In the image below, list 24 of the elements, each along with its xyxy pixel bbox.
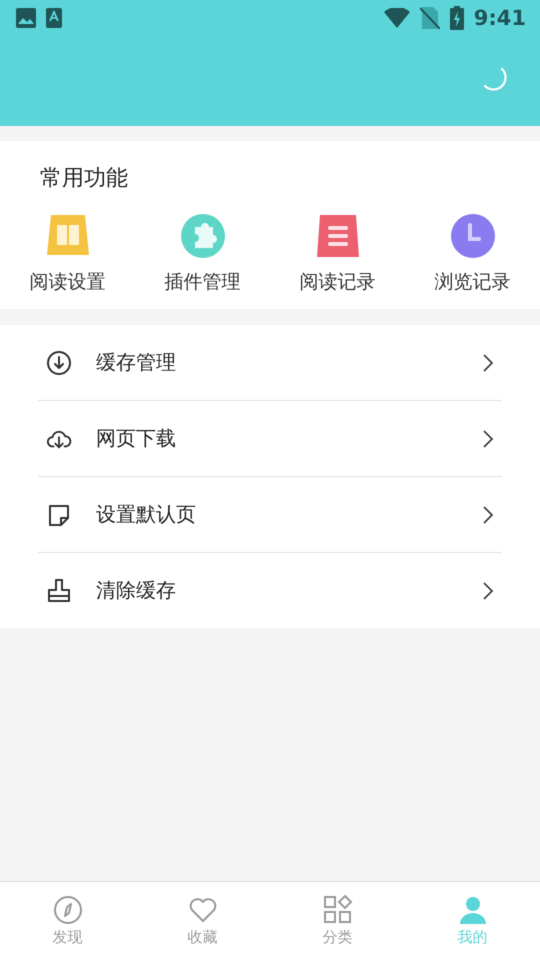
chevron-icon: [482, 504, 494, 524]
brush-icon: [46, 578, 72, 604]
function-item[interactable]: 阅读记录: [270, 213, 405, 295]
menu-item[interactable]: 清除缓存: [96, 577, 458, 604]
list-icon: [314, 213, 360, 259]
puzzle-icon: [180, 213, 226, 259]
menu-item[interactable]: 设置默认页: [96, 501, 458, 528]
download-icon: [46, 350, 72, 376]
function-item[interactable]: 浏览记录: [405, 213, 540, 295]
menu-item[interactable]: 缓存管理: [96, 349, 458, 376]
wifi-icon: [384, 8, 410, 28]
function-item[interactable]: 插件管理: [135, 213, 270, 295]
function-item[interactable]: 阅读设置: [0, 213, 135, 295]
section-title: 常用功能: [39, 165, 129, 193]
chevron-icon: [482, 352, 494, 372]
font-icon: [46, 8, 62, 28]
chevron-icon: [482, 428, 494, 448]
image-icon: [16, 8, 36, 28]
chevron-icon: [482, 580, 494, 600]
battery-charging-icon: [450, 6, 464, 30]
menu-item[interactable]: 网页下载: [96, 425, 458, 452]
status-time: 9:41: [474, 6, 526, 30]
no-sim-icon: [420, 7, 440, 29]
clock-icon: [450, 213, 496, 259]
